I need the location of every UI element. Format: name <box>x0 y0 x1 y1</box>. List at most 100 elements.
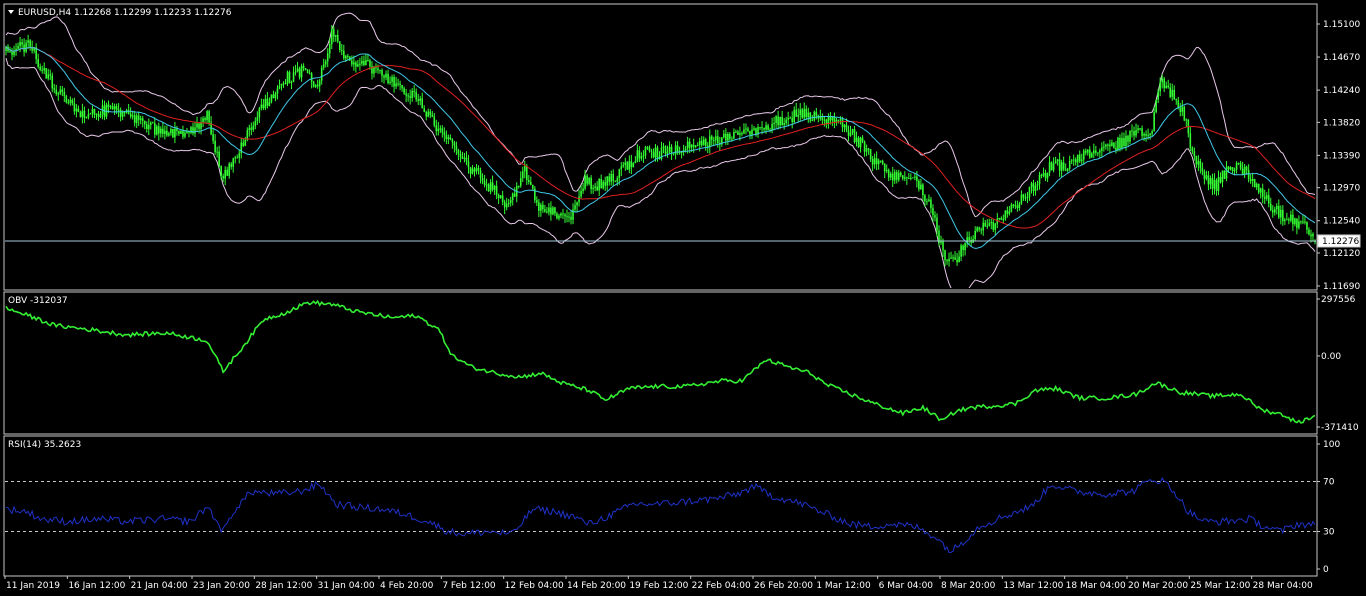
rsi-plot[interactable] <box>5 476 1316 553</box>
candle-body[interactable] <box>729 133 731 139</box>
candle-body[interactable] <box>160 128 162 134</box>
candle-body[interactable] <box>117 109 120 111</box>
candle-body[interactable] <box>399 83 401 86</box>
candle-body[interactable] <box>584 175 586 189</box>
candle-body[interactable] <box>347 55 349 57</box>
candle-body[interactable] <box>290 81 293 83</box>
candle-body[interactable] <box>582 188 584 191</box>
candle-body[interactable] <box>632 162 635 168</box>
candle-body[interactable] <box>958 256 960 263</box>
candle-body[interactable] <box>196 123 198 128</box>
candle-body[interactable] <box>672 153 675 155</box>
candle-body[interactable] <box>1038 174 1041 185</box>
candle-body[interactable] <box>873 158 876 165</box>
candle-body[interactable] <box>246 130 249 140</box>
candle-body[interactable] <box>479 170 482 179</box>
candle-body[interactable] <box>542 204 544 210</box>
candle-body[interactable] <box>857 137 860 148</box>
candle-body[interactable] <box>725 133 727 141</box>
candle-body[interactable] <box>1275 205 1278 210</box>
candle-body[interactable] <box>654 147 657 158</box>
candle-body[interactable] <box>254 120 257 126</box>
candle-body[interactable] <box>1020 194 1023 204</box>
candle-body[interactable] <box>1135 130 1137 136</box>
candle-body[interactable] <box>596 186 598 191</box>
candle-body[interactable] <box>735 131 737 133</box>
candle-body[interactable] <box>875 158 878 165</box>
candle-body[interactable] <box>1312 233 1314 237</box>
candle-body[interactable] <box>1259 188 1262 193</box>
candle-body[interactable] <box>13 51 15 55</box>
candle-body[interactable] <box>361 60 363 64</box>
candle-body[interactable] <box>813 111 816 121</box>
candle-body[interactable] <box>308 73 311 75</box>
candle-body[interactable] <box>942 241 944 251</box>
candle-body[interactable] <box>59 89 62 94</box>
candle-body[interactable] <box>855 137 858 142</box>
candle-body[interactable] <box>988 223 991 226</box>
candle-body[interactable] <box>1193 151 1196 157</box>
candle-body[interactable] <box>182 130 184 137</box>
candle-body[interactable] <box>594 186 596 189</box>
candle-body[interactable] <box>749 130 751 135</box>
candle-body[interactable] <box>1251 179 1254 181</box>
candle-body[interactable] <box>578 196 580 203</box>
candle-body[interactable] <box>322 64 325 68</box>
candle-body[interactable] <box>1078 154 1081 162</box>
candle-body[interactable] <box>433 116 436 126</box>
candle-body[interactable] <box>493 185 496 190</box>
candle-body[interactable] <box>377 68 379 71</box>
candle-body[interactable] <box>367 60 369 62</box>
candle-body[interactable] <box>986 225 989 227</box>
candle-body[interactable] <box>731 138 733 140</box>
candle-body[interactable] <box>1006 210 1009 214</box>
candle-body[interactable] <box>1147 135 1149 137</box>
candle-body[interactable] <box>81 110 84 118</box>
candle-body[interactable] <box>745 128 747 130</box>
candle-body[interactable] <box>940 241 942 243</box>
candle-body[interactable] <box>741 133 743 135</box>
candle-body[interactable] <box>1101 147 1103 151</box>
candle-body[interactable] <box>473 168 476 172</box>
candle-body[interactable] <box>863 141 866 152</box>
candle-body[interactable] <box>799 109 802 115</box>
candle-body[interactable] <box>242 142 245 146</box>
candle-body[interactable] <box>115 106 118 111</box>
candle-body[interactable] <box>916 176 918 181</box>
candle-body[interactable] <box>429 111 432 115</box>
candle-body[interactable] <box>123 111 126 113</box>
candle-body[interactable] <box>95 113 98 115</box>
candle-body[interactable] <box>145 124 148 130</box>
candle-body[interactable] <box>704 139 707 146</box>
candle-body[interactable] <box>421 98 424 109</box>
candle-body[interactable] <box>435 125 438 132</box>
candle-body[interactable] <box>1290 214 1292 221</box>
candle-body[interactable] <box>773 122 775 124</box>
candle-body[interactable] <box>536 200 538 203</box>
candle-body[interactable] <box>1197 161 1200 165</box>
candle-body[interactable] <box>1066 168 1069 171</box>
candle-body[interactable] <box>61 89 64 92</box>
candle-body[interactable] <box>158 126 160 134</box>
candle-body[interactable] <box>270 94 273 103</box>
candle-body[interactable] <box>924 195 926 202</box>
candle-body[interactable] <box>922 184 924 196</box>
candle-body[interactable] <box>45 68 48 79</box>
candle-body[interactable] <box>332 28 335 37</box>
candle-body[interactable] <box>1173 89 1176 100</box>
candle-body[interactable] <box>1141 128 1143 136</box>
candle-body[interactable] <box>956 259 958 263</box>
candle-body[interactable] <box>694 145 697 147</box>
candle-body[interactable] <box>801 109 804 118</box>
candle-body[interactable] <box>598 178 600 191</box>
candle-body[interactable] <box>162 128 164 134</box>
candle-body[interactable] <box>85 117 88 119</box>
candle-body[interactable] <box>889 173 892 178</box>
candle-body[interactable] <box>739 133 741 135</box>
candle-body[interactable] <box>775 116 777 123</box>
candle-body[interactable] <box>807 112 810 118</box>
candle-body[interactable] <box>29 40 31 47</box>
candle-body[interactable] <box>1223 170 1226 179</box>
candle-body[interactable] <box>423 108 426 112</box>
candle-body[interactable] <box>1097 152 1099 154</box>
